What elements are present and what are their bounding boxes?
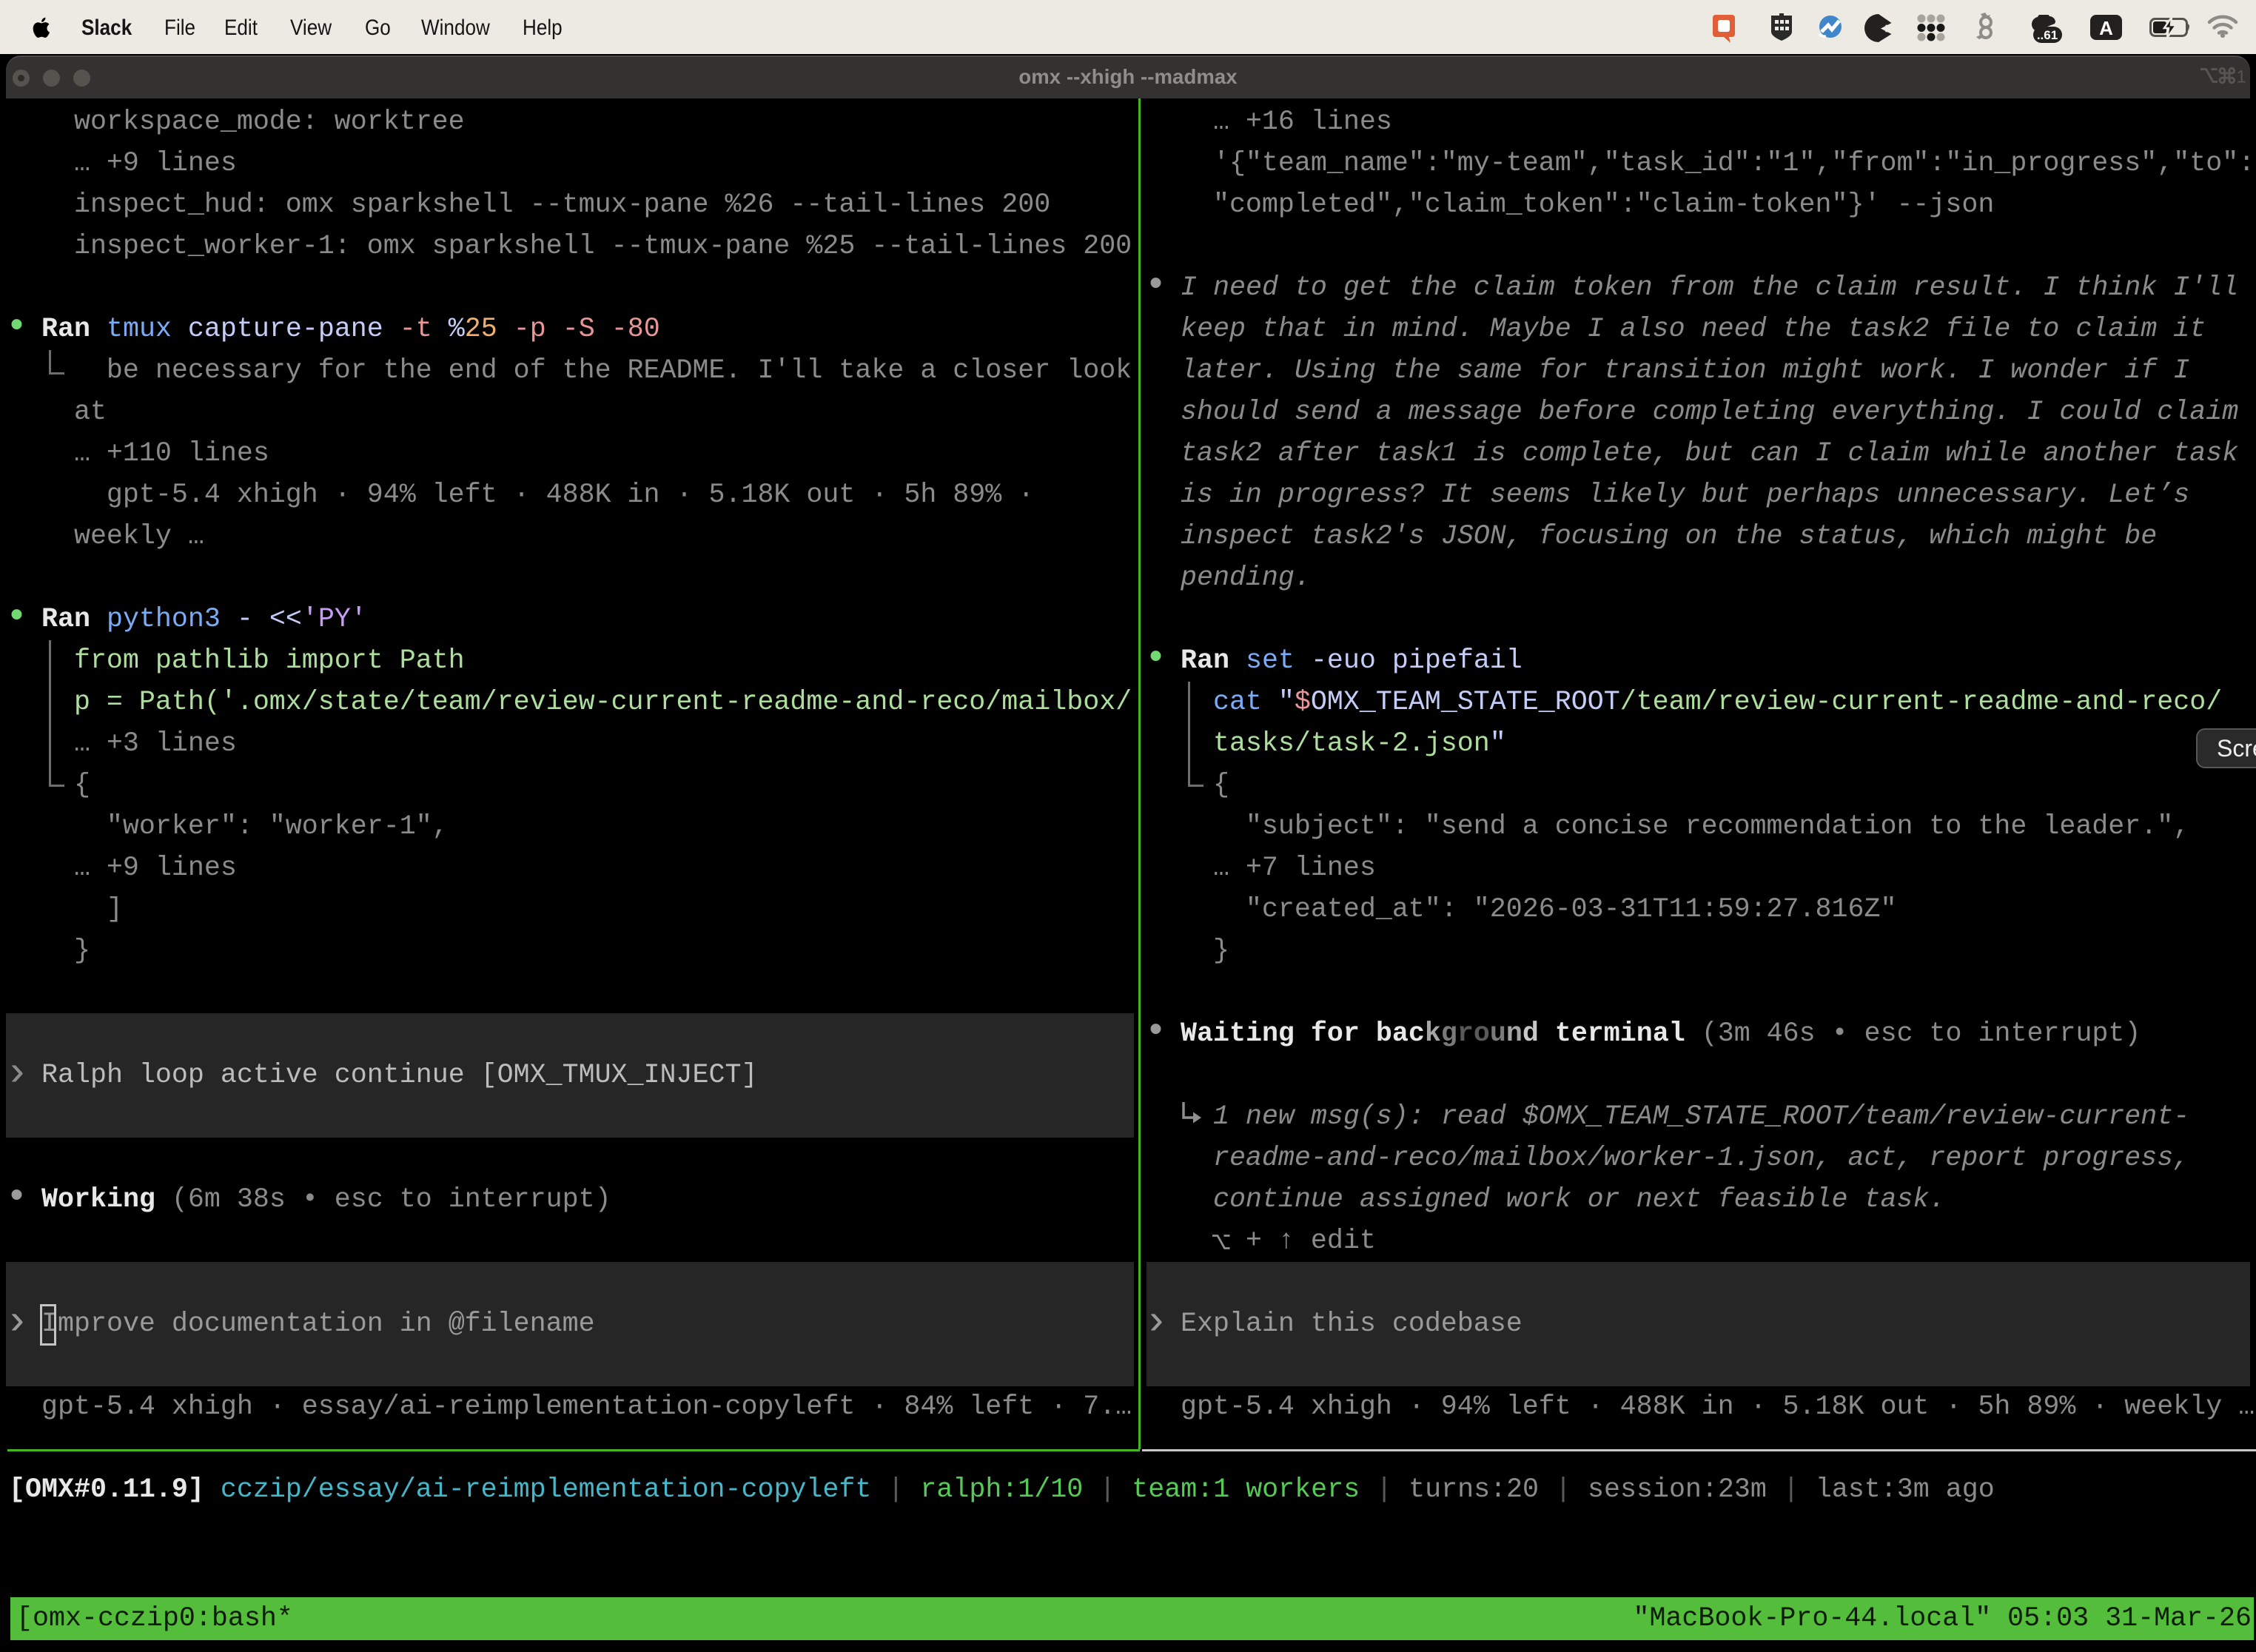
svg-text:1: 1 [2237, 67, 2246, 87]
svg-text:A: A [2099, 17, 2113, 39]
svg-text:..61: ..61 [2037, 28, 2058, 42]
